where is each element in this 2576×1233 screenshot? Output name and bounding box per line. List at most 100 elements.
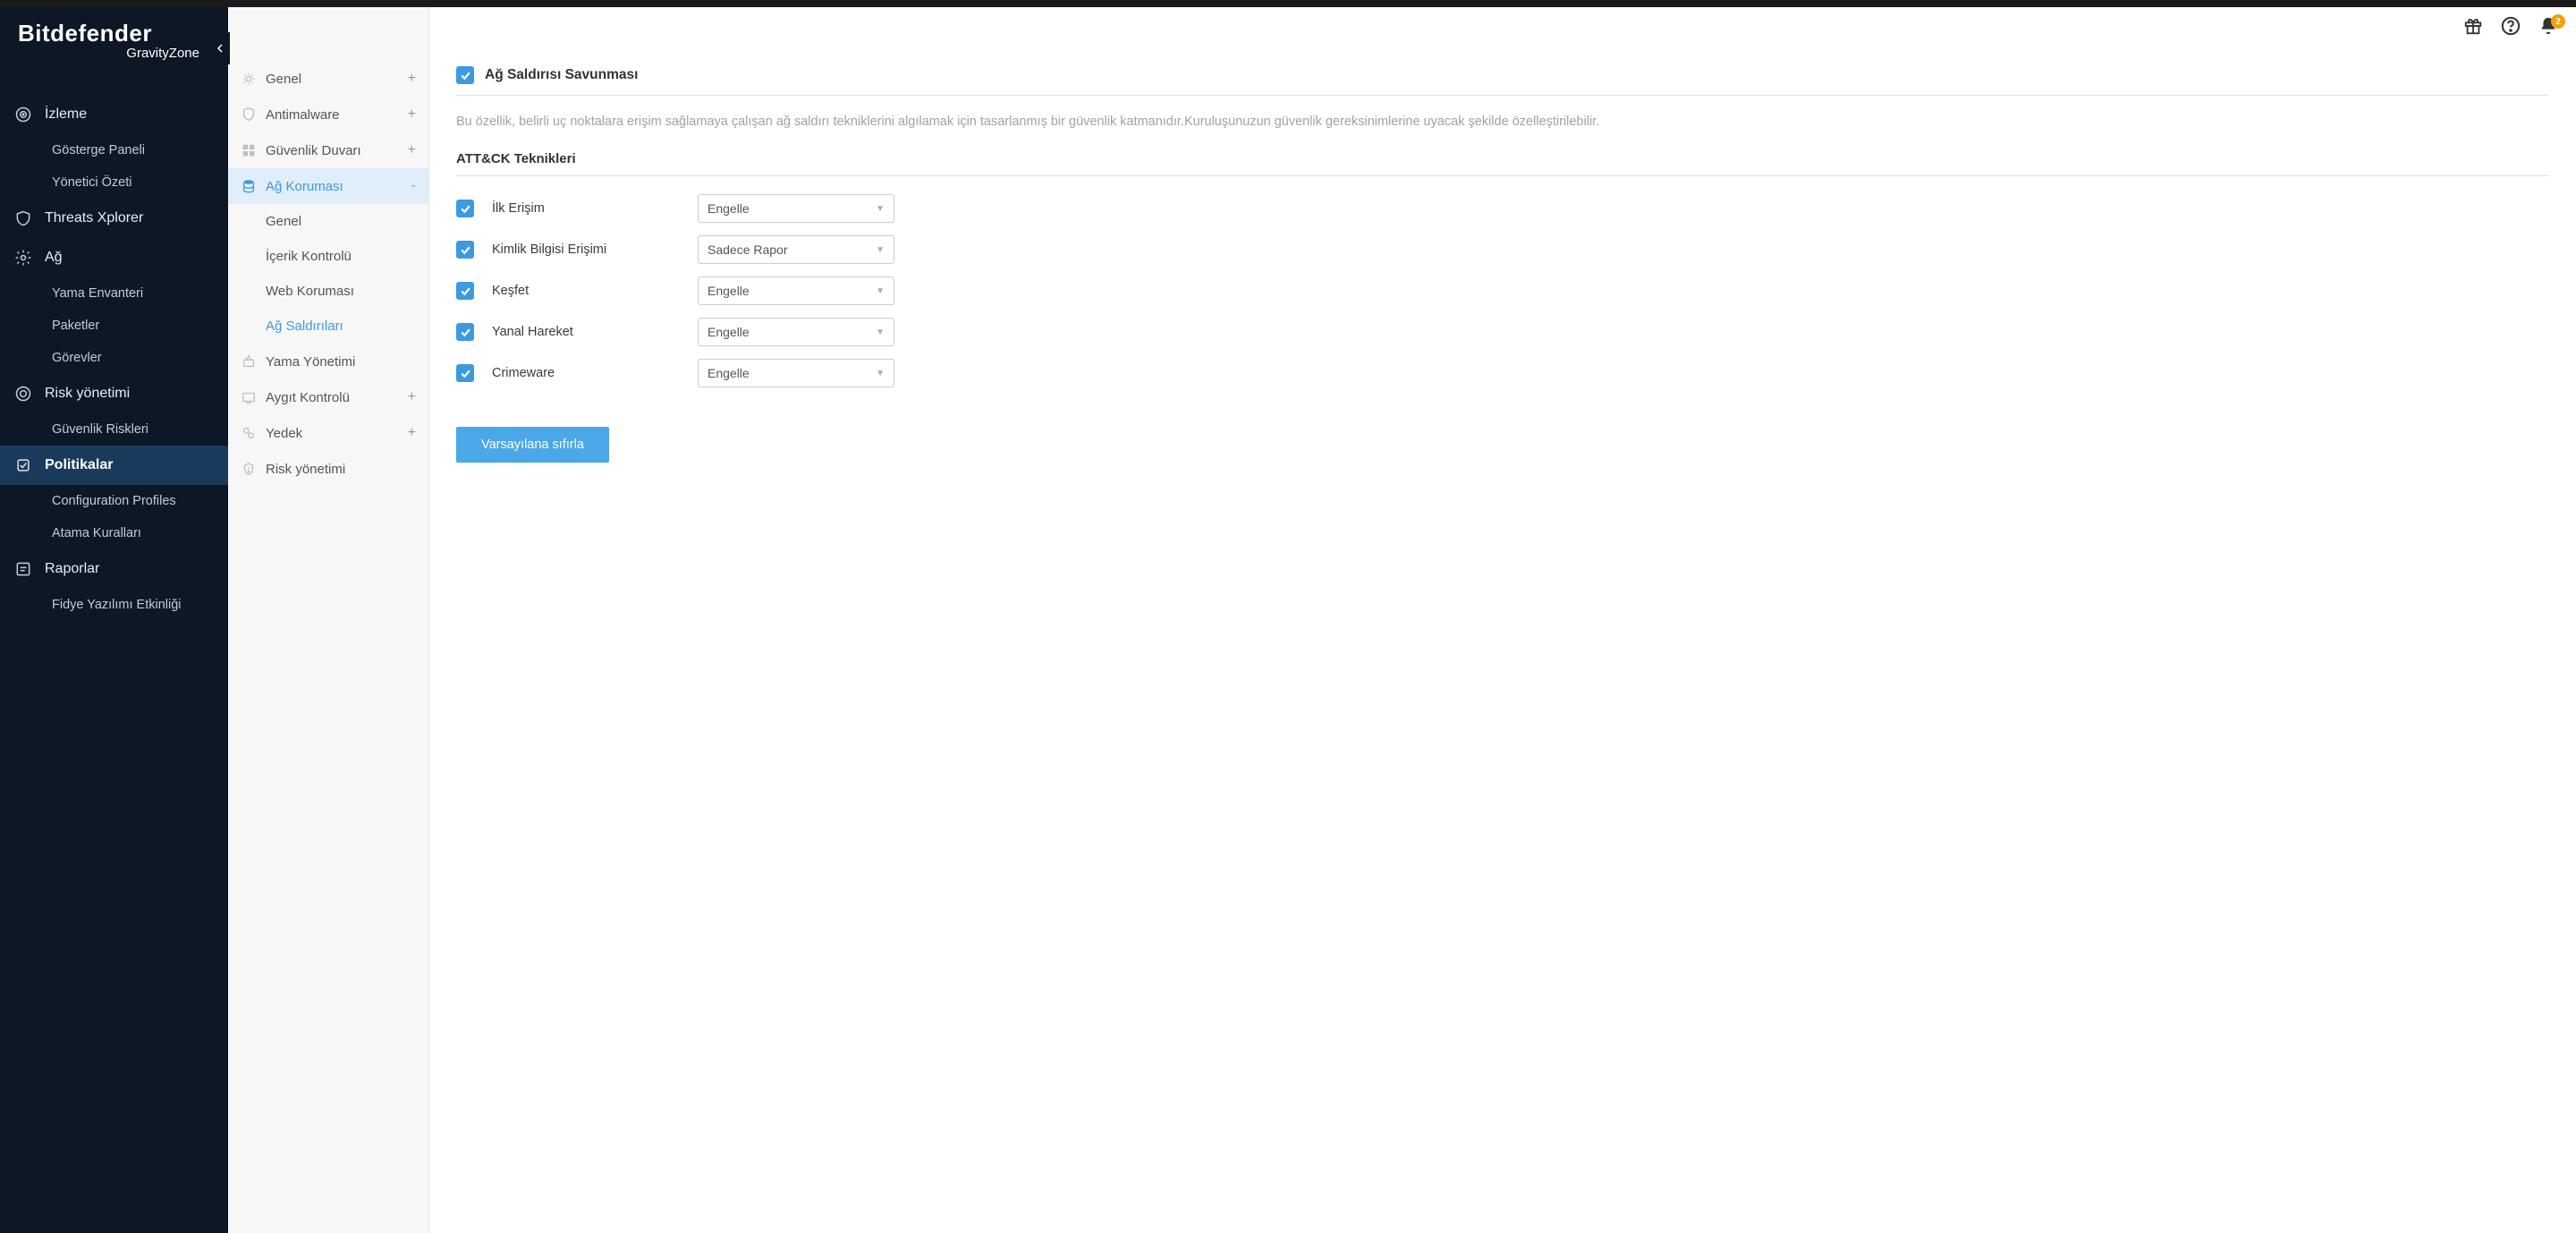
technique-label: Kimlik Bilgisi Erişimi: [492, 242, 698, 257]
technique-checkbox[interactable]: [456, 282, 474, 300]
sidebar-section-icon: [14, 249, 32, 267]
sidebar-subitem[interactable]: Fidye Yazılımı Etkinliği: [0, 589, 228, 621]
sidebar-nav: İzleme Gösterge PaneliYönetici Özeti Threa…: [0, 95, 228, 621]
technique-action-select[interactable]: Sadece Rapor ▼: [698, 235, 894, 264]
select-value: Sadece Rapor: [708, 242, 788, 257]
policy-nav-item[interactable]: Yedek +: [228, 415, 428, 451]
sidebar-section[interactable]: Politikalar: [0, 446, 228, 485]
sidebar-subitem[interactable]: Gösterge Paneli: [0, 134, 228, 166]
sidebar-section-label: Risk yönetimi: [45, 386, 130, 402]
technique-action-select[interactable]: Engelle ▼: [698, 359, 894, 387]
collapse-sidebar-button[interactable]: [210, 32, 230, 64]
technique-label: İlk Erişim: [492, 201, 698, 216]
technique-row: İlk Erişim Engelle ▼: [456, 194, 2549, 223]
technique-row: Crimeware Engelle ▼: [456, 359, 2549, 387]
policy-nav-icon: [241, 106, 257, 123]
sidebar-section-icon: [14, 560, 32, 578]
technique-checkbox[interactable]: [456, 241, 474, 259]
section-description: Bu özellik, belirli uç noktalara erişim …: [456, 112, 2549, 132]
policy-nav-label: Yedek: [266, 426, 302, 441]
policy-nav-label: Antimalware: [266, 107, 340, 123]
technique-label: Crimeware: [492, 366, 698, 380]
sidebar-section-label: Threats Xplorer: [45, 210, 143, 226]
brand-sub: GravityZone: [18, 46, 210, 61]
sidebar-section[interactable]: Threats Xplorer: [0, 199, 228, 238]
chevron-down-icon: ▼: [876, 369, 885, 378]
techniques-heading: ATT&CK Teknikleri: [456, 151, 2549, 176]
sidebar-section[interactable]: Ağ: [0, 238, 228, 277]
header-actions: 2: [2463, 16, 2558, 36]
sidebar-subitem[interactable]: Güvenlik Riskleri: [0, 413, 228, 446]
technique-action-select[interactable]: Engelle ▼: [698, 318, 894, 346]
plus-icon: +: [408, 425, 416, 441]
sidebar: Bitdefender GravityZone İzleme Gösterge P…: [0, 0, 228, 1233]
policy-nav-item[interactable]: Genel+: [228, 61, 428, 97]
sidebar-subitem[interactable]: Configuration Profiles: [0, 485, 228, 517]
policy-nav-label: Güvenlik Duvarı: [266, 143, 361, 158]
chevron-down-icon: ▼: [876, 286, 885, 296]
chevron-down-icon: ▼: [876, 327, 885, 337]
techniques-list: İlk Erişim Engelle ▼ Kimlik Bilgisi Eriş…: [456, 194, 2549, 387]
policy-nav-subitem[interactable]: Genel: [228, 204, 428, 239]
policy-nav-label: Yama Yönetimi: [266, 354, 355, 370]
sidebar-subitem[interactable]: Yönetici Özeti: [0, 166, 228, 199]
chevron-down-icon: ▼: [876, 204, 885, 214]
sidebar-subitem[interactable]: Paketler: [0, 310, 228, 342]
policy-nav-item[interactable]: Yama Yönetimi: [228, 344, 428, 379]
sidebar-section-icon: [14, 456, 32, 474]
select-value: Engelle: [708, 201, 750, 216]
section-header: Ağ Saldırısı Savunması: [456, 66, 2549, 96]
technique-checkbox[interactable]: [456, 364, 474, 382]
notification-badge: 2: [2551, 14, 2565, 29]
select-value: Engelle: [708, 325, 750, 339]
policy-nav-item[interactable]: Antimalware+: [228, 97, 428, 132]
sidebar-section[interactable]: İzleme: [0, 95, 228, 134]
technique-row: Keşfet Engelle ▼: [456, 276, 2549, 305]
policy-nav-subitem[interactable]: Ağ Saldırıları: [228, 309, 428, 344]
sidebar-section-label: Politikalar: [45, 457, 113, 473]
help-icon[interactable]: [2501, 16, 2521, 36]
plus-icon: +: [408, 142, 416, 158]
topbar: [0, 0, 2576, 7]
brand-name: Bitdefender: [18, 20, 210, 47]
sidebar-section-label: Ağ: [45, 250, 63, 266]
sidebar-section-label: Raporlar: [45, 561, 99, 577]
sidebar-subitem[interactable]: Yama Envanteri: [0, 277, 228, 310]
policy-nav-icon: [241, 389, 257, 405]
sidebar-subitem[interactable]: Görevler: [0, 342, 228, 374]
sidebar-section[interactable]: Risk yönetimi: [0, 374, 228, 413]
gift-icon[interactable]: [2463, 16, 2483, 36]
policy-nav-icon: [241, 425, 257, 441]
technique-label: Keşfet: [492, 284, 698, 298]
technique-action-select[interactable]: Engelle ▼: [698, 276, 894, 305]
policy-nav-label: Aygıt Kontrolü: [266, 390, 350, 405]
sidebar-section-icon: [14, 106, 32, 123]
sidebar-subitem[interactable]: Atama Kuralları: [0, 517, 228, 549]
policy-nav-subitem[interactable]: İçerik Kontrolü: [228, 239, 428, 274]
sidebar-section[interactable]: Raporlar: [0, 549, 228, 589]
policy-nav-label: Ağ Koruması: [266, 179, 343, 194]
policy-nav-item[interactable]: Ağ Koruması -: [228, 168, 428, 204]
technique-checkbox[interactable]: [456, 200, 474, 217]
policy-nav-label: Genel: [266, 72, 301, 87]
minus-icon: -: [411, 178, 416, 194]
policy-nav-icon: [241, 142, 257, 158]
policy-nav-item[interactable]: Güvenlik Duvarı +: [228, 132, 428, 168]
main-content: Ağ Saldırısı Savunması Bu özellik, belir…: [429, 0, 2576, 1233]
policy-nav: Genel+Antimalware+Güvenlik Duvarı+Ağ Kor…: [228, 0, 429, 1233]
technique-action-select[interactable]: Engelle ▼: [698, 194, 894, 223]
chevron-down-icon: ▼: [876, 245, 885, 255]
policy-nav-subitem[interactable]: Web Koruması: [228, 274, 428, 309]
technique-row: Kimlik Bilgisi Erişimi Sadece Rapor ▼: [456, 235, 2549, 264]
policy-nav-item[interactable]: Aygıt Kontrolü+: [228, 379, 428, 415]
sidebar-section-label: İzleme: [45, 106, 87, 123]
reset-defaults-button[interactable]: Varsayılana sıfırla: [456, 427, 609, 463]
select-value: Engelle: [708, 366, 750, 380]
enable-defense-checkbox[interactable]: [456, 66, 474, 84]
policy-nav-item[interactable]: Risk yönetimi: [228, 451, 428, 487]
policy-nav-icon: [241, 178, 257, 194]
sidebar-section-icon: [14, 209, 32, 227]
policy-nav-icon: [241, 461, 257, 477]
technique-checkbox[interactable]: [456, 323, 474, 341]
bell-icon[interactable]: 2: [2538, 16, 2558, 36]
